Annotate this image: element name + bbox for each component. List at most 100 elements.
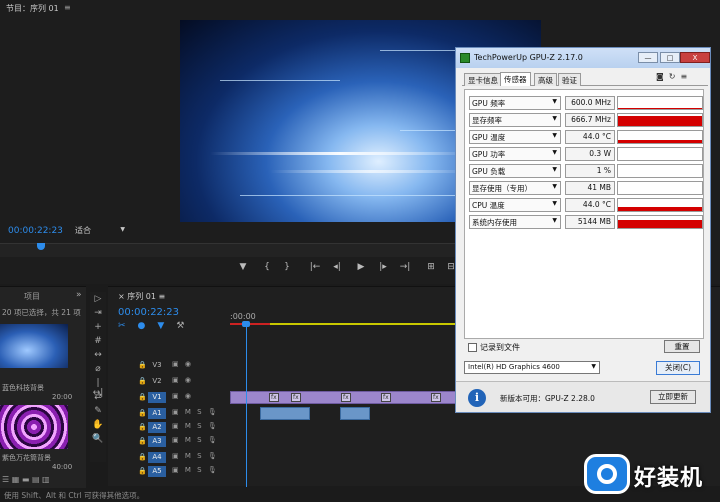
- step-forward-icon[interactable]: |▸: [376, 262, 390, 272]
- lock-icon[interactable]: 🔒: [138, 409, 147, 417]
- track-controls[interactable]: ▣ M S 🎙: [172, 422, 219, 430]
- linked-selection-icon[interactable]: ●: [138, 321, 158, 331]
- lock-icon[interactable]: 🔒: [138, 437, 147, 445]
- new-item-icon[interactable]: ▤: [32, 475, 40, 484]
- marker-icon[interactable]: ▼: [236, 262, 250, 272]
- program-timecode[interactable]: 00:00:22:23: [8, 226, 63, 236]
- track-controls[interactable]: ▣ M S 🎙: [172, 466, 219, 474]
- audio-clip[interactable]: [260, 407, 310, 420]
- delete-icon[interactable]: ▥: [42, 475, 50, 484]
- close-window-button[interactable]: X: [680, 52, 710, 63]
- insert-icon[interactable]: ⊞: [424, 262, 438, 272]
- lock-icon[interactable]: 🔒: [138, 467, 147, 475]
- mute-button[interactable]: M: [185, 466, 193, 474]
- gpuz-title-bar[interactable]: TechPowerUp GPU-Z 2.17.0 — □ X: [456, 48, 710, 68]
- track-name[interactable]: A4: [148, 452, 166, 463]
- clip-thumbnail[interactable]: [0, 405, 68, 449]
- slide-tool-icon[interactable]: ⇄: [92, 392, 104, 404]
- panel-overflow-icon[interactable]: »: [76, 290, 82, 300]
- maximize-button[interactable]: □: [660, 52, 680, 63]
- sensor-label[interactable]: 显存频率 ▼: [469, 113, 561, 127]
- tab-sensors[interactable]: 传感器: [500, 72, 531, 86]
- track-visibility-icon[interactable]: ▣ ◉: [172, 376, 193, 384]
- track-visibility-icon[interactable]: ▣ ◉: [172, 360, 193, 368]
- mute-button[interactable]: M: [185, 408, 193, 416]
- fit-zoom-select[interactable]: 适合 ▼: [75, 225, 127, 237]
- reset-button[interactable]: 重置: [664, 340, 700, 353]
- track-controls[interactable]: ▣ M S 🎙: [172, 436, 219, 444]
- solo-button[interactable]: S: [197, 452, 203, 460]
- clip-thumbnail[interactable]: [0, 324, 68, 368]
- list-view-icon[interactable]: ☰: [2, 475, 9, 484]
- gpu-select[interactable]: Intel(R) HD Graphics 4600 ▼: [464, 361, 600, 374]
- program-scrub-bar[interactable]: [0, 243, 460, 257]
- mute-button[interactable]: M: [185, 422, 193, 430]
- timeline-timecode[interactable]: 00:00:22:23: [118, 307, 179, 318]
- program-monitor-title[interactable]: 节目：序列 01: [6, 3, 59, 14]
- lock-icon[interactable]: 🔒: [138, 393, 147, 401]
- lock-icon[interactable]: 🔒: [138, 377, 147, 385]
- rate-stretch-tool-icon[interactable]: ↔: [92, 350, 104, 362]
- new-bin-icon[interactable]: ▬: [22, 475, 30, 484]
- track-controls[interactable]: ▣ M S 🎙: [172, 408, 219, 416]
- minimize-button[interactable]: —: [638, 52, 658, 63]
- play-icon[interactable]: ▶: [354, 262, 368, 272]
- selection-tool-icon[interactable]: ▷: [92, 294, 104, 306]
- lock-icon[interactable]: 🔒: [138, 423, 147, 431]
- timeline-tab[interactable]: × 序列 01 ≡: [118, 291, 165, 302]
- tab-graphics-card[interactable]: 显卡信息: [464, 73, 502, 86]
- solo-button[interactable]: S: [197, 436, 203, 444]
- mic-icon[interactable]: 🎙: [208, 408, 219, 416]
- mark-out-icon[interactable]: }: [280, 262, 294, 272]
- mark-in-icon[interactable]: {: [260, 262, 274, 272]
- track-a3[interactable]: 🔒 A3 ▣ M S 🎙: [108, 435, 720, 448]
- icon-view-icon[interactable]: ▦: [12, 475, 20, 484]
- sensor-label[interactable]: 显存使用（专用） ▼: [469, 181, 561, 195]
- menu-icon[interactable]: ≡: [680, 72, 692, 81]
- razor-tool-icon[interactable]: ⌀: [92, 364, 104, 376]
- zoom-tool-icon[interactable]: 🔍: [92, 434, 104, 446]
- track-name[interactable]: A2: [148, 422, 166, 433]
- panel-menu-icon[interactable]: ≡: [64, 3, 71, 12]
- refresh-icon[interactable]: ↻: [669, 72, 681, 81]
- close-button[interactable]: 关闭(C): [656, 361, 700, 375]
- log-to-file-checkbox[interactable]: 记录到文件: [468, 342, 520, 353]
- track-name[interactable]: V1: [148, 392, 166, 403]
- rolling-edit-tool-icon[interactable]: #: [92, 336, 104, 348]
- hand-tool-icon[interactable]: ✋: [92, 420, 104, 432]
- playhead-handle[interactable]: [242, 321, 250, 327]
- mic-icon[interactable]: 🎙: [208, 436, 219, 444]
- track-name[interactable]: A5: [148, 466, 166, 477]
- pen-tool-icon[interactable]: ✎: [92, 406, 104, 418]
- lock-icon[interactable]: 🔒: [138, 453, 147, 461]
- track-name[interactable]: A3: [148, 436, 166, 447]
- track-a2[interactable]: 🔒 A2 ▣ M S 🎙: [108, 421, 720, 434]
- go-to-in-icon[interactable]: |←: [308, 262, 322, 272]
- track-name[interactable]: A1: [148, 408, 166, 419]
- sensor-label[interactable]: 系统内存使用 ▼: [469, 215, 561, 229]
- track-visibility-icon[interactable]: ▣ ◉: [172, 392, 193, 400]
- project-tab[interactable]: 项目: [24, 291, 40, 302]
- mic-icon[interactable]: 🎙: [208, 452, 219, 460]
- sensor-label[interactable]: GPU 功率 ▼: [469, 147, 561, 161]
- camera-icon[interactable]: ◙: [656, 72, 669, 81]
- sensor-label[interactable]: GPU 频率 ▼: [469, 96, 561, 110]
- solo-button[interactable]: S: [197, 422, 203, 430]
- slip-tool-icon[interactable]: |↔|: [92, 378, 104, 398]
- track-controls[interactable]: ▣ M S 🎙: [172, 452, 219, 460]
- timeline-playhead[interactable]: [246, 324, 247, 487]
- snap-icon[interactable]: ✂: [118, 321, 138, 331]
- track-name[interactable]: V2: [148, 376, 166, 387]
- sensor-label[interactable]: GPU 负载 ▼: [469, 164, 561, 178]
- mic-icon[interactable]: 🎙: [208, 466, 219, 474]
- ripple-edit-tool-icon[interactable]: +: [92, 322, 104, 334]
- update-now-button[interactable]: 立即更新: [650, 390, 696, 404]
- mic-icon[interactable]: 🎙: [208, 422, 219, 430]
- go-to-out-icon[interactable]: →|: [398, 262, 412, 272]
- sensor-label[interactable]: CPU 温度 ▼: [469, 198, 561, 212]
- mute-button[interactable]: M: [185, 452, 193, 460]
- tab-advanced[interactable]: 高级: [534, 73, 557, 86]
- mute-button[interactable]: M: [185, 436, 193, 444]
- tab-validation[interactable]: 验证: [558, 73, 581, 86]
- add-marker-icon[interactable]: ▼: [157, 321, 176, 331]
